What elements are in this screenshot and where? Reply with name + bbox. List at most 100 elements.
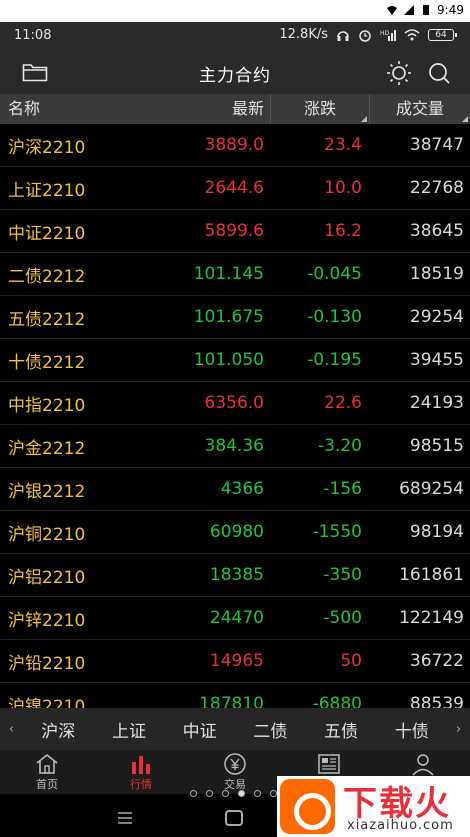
nav-item-trade[interactable]: 交易 — [188, 750, 282, 794]
last-price: 3889.0 — [204, 135, 264, 155]
category-tab[interactable]: 沪深 — [23, 717, 94, 742]
contract-name: 上证2210 — [8, 180, 86, 201]
logo-domain: xiazaihuo.com — [347, 818, 454, 833]
contract-name: 中指2210 — [8, 395, 86, 416]
contract-name: 中证2210 — [8, 223, 86, 244]
table-row[interactable]: 上证2210 2644.6 10.0 22768 — [0, 167, 470, 210]
table-row[interactable]: 中指2210 6356.0 22.6 24193 — [0, 382, 470, 425]
contract-name: 沪镍2210 — [8, 696, 86, 709]
column-last-header[interactable]: 最新 — [170, 94, 270, 124]
volume: 22768 — [409, 178, 464, 198]
category-tab[interactable]: 五债 — [306, 717, 377, 742]
volume: 88539 — [409, 694, 464, 708]
chart-icon — [132, 756, 150, 774]
last-price: 384.36 — [204, 436, 264, 456]
pager-dots — [190, 790, 277, 797]
system-status-bar: 9:49 — [0, 0, 470, 22]
signal-icon — [404, 5, 415, 15]
last-price: 2644.6 — [204, 178, 264, 198]
last-price: 18385 — [209, 565, 264, 585]
contract-name: 沪银2212 — [8, 481, 86, 502]
table-row[interactable]: 沪锌2210 24470 -500 122149 — [0, 597, 470, 640]
table-row[interactable]: 二债2212 101.145 -0.045 18519 — [0, 253, 470, 296]
pager-dot — [206, 790, 213, 797]
price-change: -156 — [323, 479, 362, 499]
category-tab[interactable]: 十债 — [376, 717, 447, 742]
table-row[interactable]: 沪铅2210 14965 50 36722 — [0, 640, 470, 683]
column-change-header[interactable]: 涨跌 — [270, 94, 370, 124]
contract-name: 二债2212 — [8, 266, 86, 287]
contract-name: 沪铝2210 — [8, 567, 86, 588]
battery-icon — [423, 5, 430, 15]
volume: 161861 — [399, 565, 464, 585]
table-row[interactable]: 沪镍2210 187810 -6880 88539 — [0, 683, 470, 708]
column-change-label: 涨跌 — [303, 99, 336, 118]
table-row[interactable]: 沪银2212 4366 -156 689254 — [0, 468, 470, 511]
search-icon[interactable] — [426, 60, 452, 86]
battery-indicator: 64 — [428, 28, 457, 41]
volume: 29254 — [409, 307, 464, 327]
column-volume-header[interactable]: 成交量 — [370, 94, 470, 124]
nav-item-home[interactable]: 首页 — [0, 750, 94, 794]
device-status-bar: 11:08 12.8K/s HD 64 — [0, 22, 470, 50]
wifi-icon — [387, 6, 398, 15]
contract-name: 沪锌2210 — [8, 610, 86, 631]
last-price: 101.145 — [193, 264, 264, 284]
volume: 38747 — [409, 135, 464, 155]
table-row[interactable]: 沪金2212 384.36 -3.20 98515 — [0, 425, 470, 468]
category-tab[interactable]: 中证 — [164, 717, 235, 742]
price-change: 16.2 — [324, 221, 362, 241]
price-change: -350 — [323, 565, 362, 585]
column-last-label: 最新 — [231, 99, 264, 118]
system-home-icon[interactable] — [225, 810, 243, 826]
price-change: 22.6 — [324, 393, 362, 413]
nav-item-market[interactable]: 行情 — [94, 750, 188, 794]
news-icon — [318, 754, 340, 774]
system-time: 9:49 — [437, 3, 464, 17]
pager-dot — [254, 790, 261, 797]
logo-badge-icon — [280, 779, 335, 834]
last-price: 6356.0 — [204, 393, 264, 413]
volume: 98515 — [409, 436, 464, 456]
pager-dot — [270, 790, 277, 797]
price-change: 50 — [340, 651, 362, 671]
volume: 24193 — [409, 393, 464, 413]
contract-name: 沪深2210 — [8, 137, 86, 158]
category-tab[interactable]: 上证 — [94, 717, 165, 742]
table-header: 名称 最新 涨跌 成交量 — [0, 94, 470, 124]
pager-dot — [190, 790, 197, 797]
price-change: -0.195 — [307, 350, 362, 370]
last-price: 101.675 — [193, 307, 264, 327]
nav-label: 首页 — [36, 778, 58, 791]
status-time: 11:08 — [14, 28, 52, 43]
last-price: 24470 — [209, 608, 264, 628]
price-change: -500 — [323, 608, 362, 628]
last-price: 5899.6 — [204, 221, 264, 241]
pager-dot — [222, 790, 229, 797]
svg-text:HD: HD — [380, 30, 390, 37]
scroll-left-icon[interactable]: ‹ — [0, 722, 23, 737]
table-row[interactable]: 中证2210 5899.6 16.2 38645 — [0, 210, 470, 253]
menu-icon[interactable] — [118, 812, 132, 824]
pager-dot-active — [238, 790, 245, 797]
scroll-right-icon[interactable]: › — [447, 722, 470, 737]
table-row[interactable]: 五债2212 101.675 -0.130 29254 — [0, 296, 470, 339]
table-row[interactable]: 沪铝2210 18385 -350 161861 — [0, 554, 470, 597]
watermark-logo: 下载火 xiazaihuo.com — [277, 776, 470, 837]
contract-name: 沪铜2210 — [8, 524, 86, 545]
price-change: -0.130 — [307, 307, 362, 327]
volume: 38645 — [409, 221, 464, 241]
price-change: -0.045 — [307, 264, 362, 284]
sort-indicator-icon — [462, 116, 468, 122]
quote-table[interactable]: 沪深2210 3889.0 23.4 38747 上证2210 2644.6 10.0 227… — [0, 124, 470, 708]
volume: 122149 — [399, 608, 464, 628]
theme-toggle-icon[interactable] — [386, 60, 412, 86]
last-price: 60980 — [209, 522, 264, 542]
headset-icon — [337, 30, 349, 41]
table-row[interactable]: 沪铜2210 60980 -1550 98194 — [0, 511, 470, 554]
table-row[interactable]: 十债2212 101.050 -0.195 39455 — [0, 339, 470, 382]
last-price: 101.050 — [193, 350, 264, 370]
column-name-header[interactable]: 名称 — [0, 94, 170, 124]
table-row[interactable]: 沪深2210 3889.0 23.4 38747 — [0, 124, 470, 167]
category-tab[interactable]: 二债 — [235, 717, 306, 742]
